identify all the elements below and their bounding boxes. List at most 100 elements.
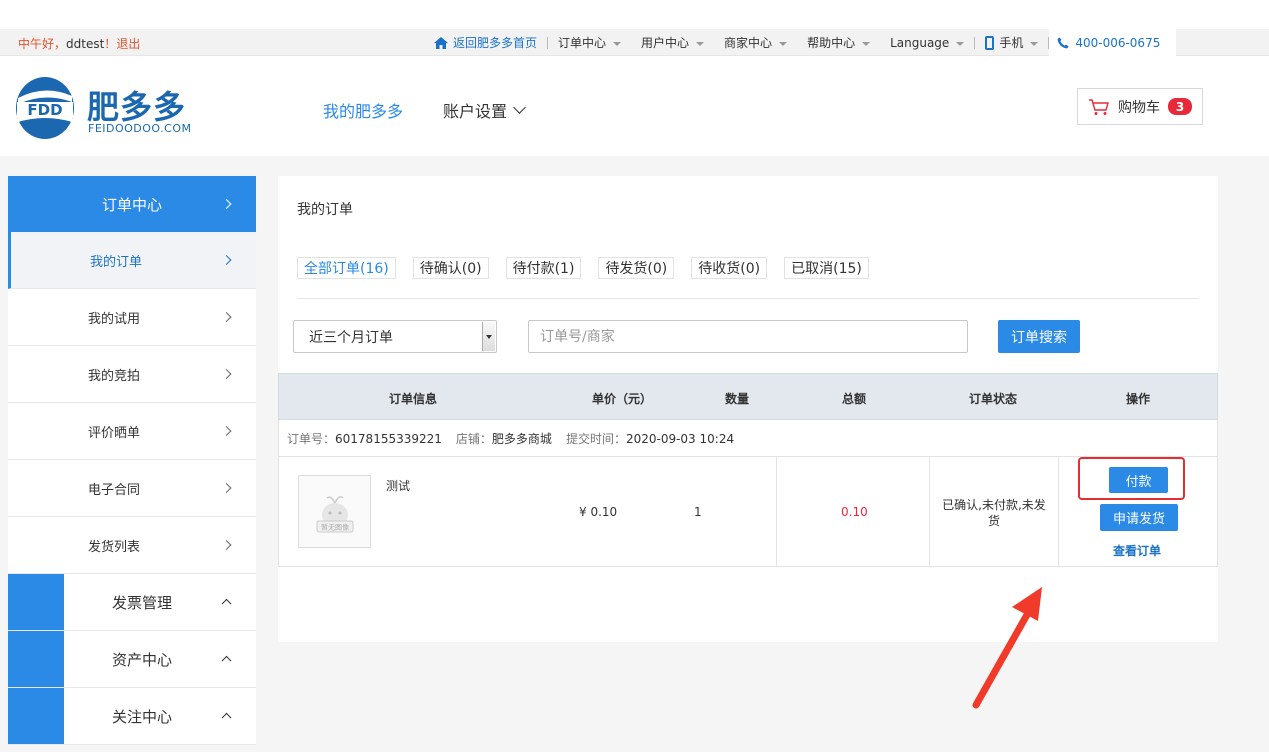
quantity: 1 <box>694 505 702 519</box>
sidebar-item-my-auctions[interactable]: 我的竞拍 <box>8 346 256 403</box>
sidebar-item-reviews[interactable]: 评价晒单 <box>8 403 256 460</box>
column-header-total: 总额 <box>842 392 867 406</box>
mobile-phone-icon <box>985 35 995 50</box>
sidebar-group-label: 资产中心 <box>112 650 173 669</box>
sidebar-head-label: 订单中心 <box>101 195 162 214</box>
divider <box>297 298 1199 299</box>
sidebar-group-label: 关注中心 <box>112 707 173 726</box>
logo-mark-text: FDD <box>27 101 62 119</box>
orders-table: 订单信息 单价（元） 数量 总额 订单状态 操作 订单号：60178155339… <box>278 373 1218 567</box>
order-search-input[interactable] <box>528 320 968 353</box>
top-nav: 返回肥多多首页 订单中心 用户中心 商家中心 帮助中心 Language 手机 … <box>424 29 1177 56</box>
sidebar-group-assets[interactable]: 资产中心 <box>8 631 256 688</box>
hotline: 400-006-0675 <box>1049 29 1177 56</box>
sidebar-group-marker <box>8 574 64 630</box>
column-header-order-info: 订单信息 <box>389 392 438 406</box>
order-time: 提交时间：2020-09-03 10:24 <box>566 430 734 447</box>
caret-down-icon <box>956 41 965 46</box>
chevron-right-icon <box>221 540 232 550</box>
merchant-center-menu[interactable]: 商家中心 <box>714 29 797 56</box>
sidebar-group-label: 发票管理 <box>112 593 173 612</box>
orders-panel: 我的订单 全部订单(16) 待确认(0) 待付款(1) 待发货(0) 待收货(0… <box>278 176 1218 642</box>
cart-button[interactable]: 购物车 3 <box>1077 88 1203 125</box>
tab-cancelled[interactable]: 已取消(15) <box>784 257 869 279</box>
pay-button[interactable]: 付款 <box>1109 467 1168 493</box>
order-number-label: 订单号： <box>287 431 336 446</box>
no-image-placeholder-icon: 暂无图像 <box>316 496 353 533</box>
logo[interactable]: FDD 肥多多 FEIDOODOO.COM <box>15 76 191 142</box>
top-blank-strip <box>0 0 1269 29</box>
chevron-up-icon <box>221 598 232 609</box>
order-time-value: 2020-09-03 10:24 <box>625 431 735 446</box>
cell-separator <box>929 457 930 566</box>
page-title: 我的订单 <box>297 202 353 218</box>
greeting-text: 中午好， <box>18 37 67 51</box>
sidebar-item-shipping-list[interactable]: 发货列表 <box>8 517 256 574</box>
tab-pending-receipt[interactable]: 待收货(0) <box>691 257 768 279</box>
order-center-menu[interactable]: 订单中心 <box>548 29 631 56</box>
order-status: 已确认,未付款,未发货 <box>942 498 1046 528</box>
sidebar-item-label: 我的试用 <box>88 311 141 327</box>
nav-my-feiduoduo[interactable]: 我的肥多多 <box>323 98 403 122</box>
sidebar-group-marker <box>8 688 64 744</box>
unit-price: ¥ 0.10 <box>579 505 618 519</box>
request-shipment-button[interactable]: 申请发货 <box>1100 504 1178 531</box>
home-link[interactable]: 返回肥多多首页 <box>424 29 547 56</box>
chevron-right-icon <box>221 312 232 322</box>
cell-separator <box>1058 457 1059 566</box>
column-header-status: 订单状态 <box>969 392 1018 406</box>
table-header: 订单信息 单价（元） 数量 总额 订单状态 操作 <box>278 373 1218 420</box>
sidebar: 订单中心 我的订单 我的试用 我的竞拍 评价晒单 电子合同 发货列表 发票管理 … <box>8 176 256 745</box>
main-nav: 我的肥多多 账户设置 <box>323 98 526 122</box>
column-header-quantity: 数量 <box>725 392 750 406</box>
chevron-right-icon <box>221 199 232 209</box>
view-order-link[interactable]: 查看订单 <box>1113 542 1161 559</box>
time-range-select[interactable]: 近三个月订单 <box>293 320 497 353</box>
user-center-menu[interactable]: 用户中心 <box>631 29 714 56</box>
order-total: 0.10 <box>841 505 868 519</box>
caret-down-icon <box>1030 41 1039 46</box>
logo-mark-icon: FDD <box>16 77 74 139</box>
select-arrow-icon <box>482 322 495 351</box>
caret-down-icon <box>862 41 871 46</box>
help-center-menu[interactable]: 帮助中心 <box>797 29 880 56</box>
order-search-button[interactable]: 订单搜索 <box>998 320 1080 353</box>
telephone-icon <box>1057 37 1069 48</box>
order-time-label: 提交时间： <box>565 431 626 446</box>
order-status-tabs: 全部订单(16) 待确认(0) 待付款(1) 待发货(0) 待收货(0) 已取消… <box>297 257 886 279</box>
product-thumbnail[interactable]: 暂无图像 <box>298 475 371 548</box>
order-number-value: 60178155339221 <box>335 431 442 446</box>
tab-all-orders[interactable]: 全部订单(16) <box>297 257 396 279</box>
sidebar-group-marker <box>8 631 64 687</box>
chevron-right-icon <box>221 255 232 265</box>
sidebar-group-invoices[interactable]: 发票管理 <box>8 574 256 631</box>
mobile-menu[interactable]: 手机 <box>975 29 1048 56</box>
nav-account-settings[interactable]: 账户设置 <box>443 98 526 122</box>
product-name[interactable]: 测试 <box>386 477 410 494</box>
home-link-label: 返回肥多多首页 <box>453 36 538 50</box>
help-center-label: 帮助中心 <box>807 36 856 50</box>
order-shop-value: 肥多多商城 <box>491 431 552 446</box>
order-shop-label: 店铺： <box>455 431 492 446</box>
language-label: Language <box>890 35 950 50</box>
hotline-number: 400-006-0675 <box>1075 35 1161 50</box>
home-icon <box>434 36 448 49</box>
site-header: FDD 肥多多 FEIDOODOO.COM 我的肥多多 账户设置 购物车 3 <box>0 56 1269 156</box>
sidebar-item-my-trials[interactable]: 我的试用 <box>8 289 256 346</box>
tab-pending-payment[interactable]: 待付款(1) <box>505 257 582 279</box>
order-center-label: 订单中心 <box>558 36 607 50</box>
language-menu[interactable]: Language <box>880 29 974 56</box>
tab-pending-confirm[interactable]: 待确认(0) <box>412 257 489 279</box>
chevron-right-icon <box>221 426 232 436</box>
sidebar-item-my-orders[interactable]: 我的订单 <box>8 232 256 289</box>
sidebar-item-e-contracts[interactable]: 电子合同 <box>8 460 256 517</box>
table-row: 暂无图像 测试 ¥ 0.10 1 0.10 已确认,未付款,未发货 付款 申请发… <box>278 457 1218 567</box>
sidebar-group-follows[interactable]: 关注中心 <box>8 688 256 745</box>
cart-count-badge: 3 <box>1168 98 1192 115</box>
greeting: 中午好，ddtest！退出 <box>18 35 140 52</box>
username: ddtest <box>66 37 105 51</box>
chevron-down-icon <box>513 101 526 114</box>
logout-link[interactable]: 退出 <box>116 37 140 51</box>
sidebar-head-order-center[interactable]: 订单中心 <box>8 176 256 232</box>
tab-pending-shipment[interactable]: 待发货(0) <box>598 257 675 279</box>
